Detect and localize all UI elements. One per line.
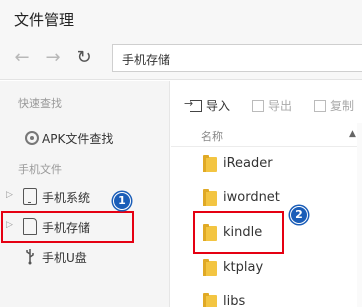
folder-icon: [203, 189, 217, 206]
sidebar-item-phone-usb[interactable]: 手机U盘: [0, 245, 169, 269]
path-text: 手机存储: [122, 53, 171, 67]
scrollbar[interactable]: [357, 123, 362, 307]
annotation-badge-1: 1: [113, 192, 131, 210]
copy-icon: [314, 100, 326, 112]
export-icon: [252, 100, 264, 112]
export-label: 导出: [268, 99, 293, 113]
phone-icon: [23, 188, 37, 205]
sidebar-item-phone-system[interactable]: ▷ 手机系统: [0, 185, 169, 209]
import-icon: [184, 97, 202, 112]
sort-ascending-icon[interactable]: ▲: [349, 129, 356, 139]
file-name: iReader: [223, 156, 273, 171]
import-button[interactable]: 导入: [184, 97, 231, 114]
copy-label: 复制: [330, 99, 355, 113]
sidebar: 快速查找 APK文件查找 手机文件 ▷ 手机系统 ▷ 手机存储 手机U盘: [0, 81, 170, 307]
highlight-box-kindle: [193, 211, 284, 254]
list-item[interactable]: iwordnet: [171, 181, 362, 215]
phone-files-label: 手机文件: [18, 163, 62, 176]
import-label: 导入: [206, 99, 231, 113]
folder-icon: [203, 155, 217, 172]
list-item[interactable]: libs: [171, 285, 362, 307]
sidebar-item-label: APK文件查找: [42, 132, 114, 146]
sidebar-item-apk-search[interactable]: APK文件查找: [0, 126, 169, 150]
sidebar-item-label: 手机U盘: [42, 251, 87, 265]
list-item[interactable]: ktplay: [171, 251, 362, 285]
highlight-box-phone-storage: [1, 211, 134, 243]
column-name-header[interactable]: 名称: [201, 128, 223, 144]
file-name: libs: [223, 294, 246, 307]
quick-find-label: 快速查找: [18, 97, 62, 110]
annotation-badge-2: 2: [290, 206, 308, 224]
forward-arrow-icon[interactable]: →: [42, 47, 64, 69]
refresh-icon[interactable]: ↻: [73, 47, 95, 69]
copy-button[interactable]: 复制: [314, 97, 354, 114]
title-bar: 文件管理: [0, 0, 362, 38]
path-input[interactable]: 手机存储: [112, 44, 362, 72]
window-title: 文件管理: [14, 11, 75, 29]
folder-icon: [203, 293, 217, 307]
file-name: ktplay: [223, 260, 264, 275]
file-name: iwordnet: [223, 190, 280, 205]
folder-icon: [203, 259, 217, 276]
expand-arrow-icon[interactable]: ▷: [6, 190, 13, 200]
sidebar-item-label: 手机系统: [42, 191, 91, 205]
list-item[interactable]: iReader: [171, 147, 362, 181]
export-button[interactable]: 导出: [252, 97, 292, 114]
usb-icon: [25, 248, 35, 265]
radio-icon: [25, 131, 39, 145]
list-header: 名称 ▲: [171, 123, 362, 147]
navigation-bar: ← → ↻ 手机存储: [0, 38, 362, 80]
back-arrow-icon[interactable]: ←: [11, 47, 33, 69]
toolbar: 导入 导出 复制: [171, 81, 362, 123]
